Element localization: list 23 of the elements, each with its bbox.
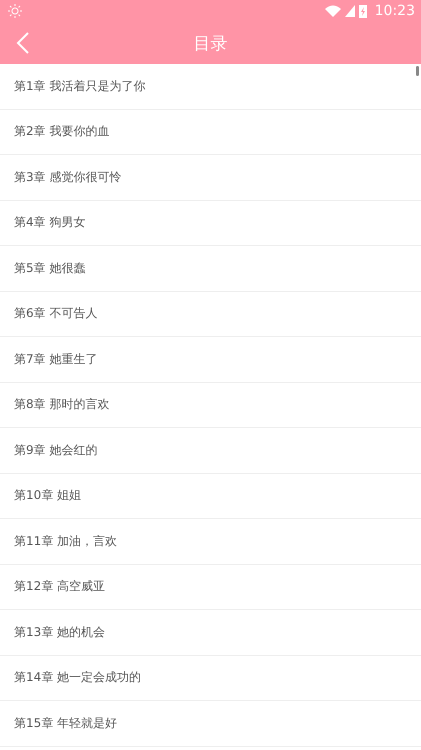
chapter-item[interactable]: 第15章 年轻就是好: [0, 701, 421, 746]
signal-icon: [344, 5, 355, 17]
chapter-item[interactable]: 第11章 加油，言欢: [0, 519, 421, 564]
chapter-item[interactable]: 第12章 高空威亚: [0, 564, 421, 610]
chapter-item[interactable]: 第2章 我要你的血: [0, 110, 421, 155]
chapter-item[interactable]: 第13章 她的机会: [0, 610, 421, 656]
chapter-item[interactable]: 第1章 我活着只是为了你: [0, 64, 421, 110]
chapter-item[interactable]: 第7章 她重生了: [0, 337, 421, 382]
chapter-item[interactable]: 第10章 姐姐: [0, 474, 421, 519]
brightness-icon: [8, 4, 22, 18]
chapter-item[interactable]: 第14章 她一定会成功的: [0, 656, 421, 701]
wifi-icon: [324, 5, 341, 17]
scrollbar: [416, 66, 419, 76]
chapter-item[interactable]: 第8章 那时的言欢: [0, 382, 421, 428]
chapter-item[interactable]: 第3章 感觉你很可怜: [0, 155, 421, 200]
back-icon[interactable]: [16, 32, 30, 54]
page-title: 目录: [194, 32, 228, 54]
battery-icon: [358, 4, 367, 18]
chapter-item[interactable]: 第6章 不可告人: [0, 292, 421, 337]
chapter-item[interactable]: 第9章 她会红的: [0, 428, 421, 474]
chapter-item[interactable]: 第4章 狗男女: [0, 200, 421, 246]
chapter-item[interactable]: 第5章 她很蠢: [0, 246, 421, 292]
clock-time: 10:23: [374, 3, 415, 19]
